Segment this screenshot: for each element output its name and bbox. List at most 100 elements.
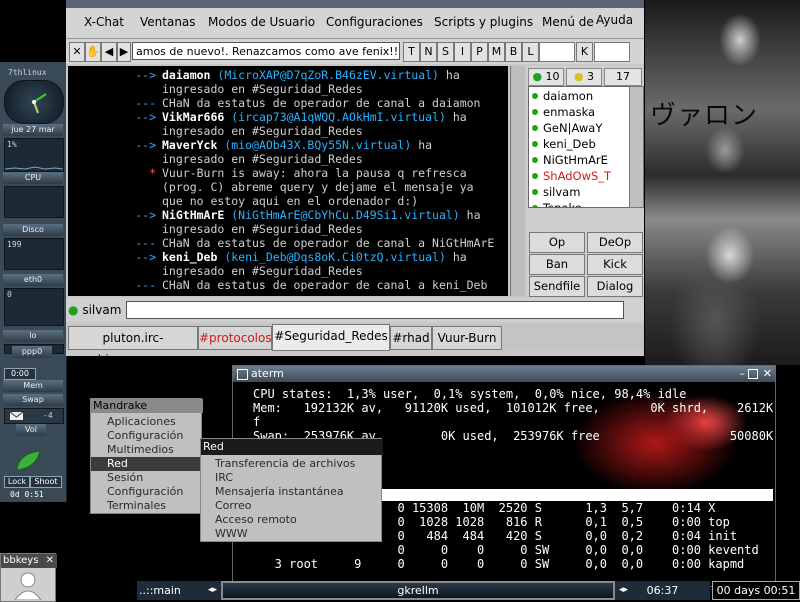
op-status-icon xyxy=(532,141,538,147)
menu-modos-de-usuario[interactable]: Modos de Usuario xyxy=(208,15,315,29)
workspace-switcher[interactable]: ..::main ◂▸ xyxy=(137,581,221,600)
mode-i-button[interactable]: I xyxy=(454,42,471,62)
bbkeys-window: bbkeys ✕ xyxy=(0,553,57,602)
chat-text: keni_Deb (keni_Deb@Dqs8oK.Ci0tzQ.virtual… xyxy=(162,250,467,264)
chat-host: (MicroXAP@D7qZoR.B46zEV.virtual) xyxy=(217,68,439,82)
mode-s-button[interactable]: S xyxy=(437,42,454,62)
user-list-item[interactable]: daiamon xyxy=(529,88,629,104)
close-tab-icon[interactable]: ✕ xyxy=(69,42,85,62)
chat-prefix: * xyxy=(149,166,156,180)
user-list-item[interactable]: GeN|AwaY xyxy=(529,120,629,136)
chat-nick[interactable]: daiamon xyxy=(162,68,210,82)
hand-icon[interactable]: ✋ xyxy=(85,42,101,62)
chat-nick[interactable]: keni_Deb xyxy=(162,250,217,264)
mode-n-button[interactable]: N xyxy=(420,42,437,62)
tab-vuur-burn[interactable]: Vuur-Burn xyxy=(432,326,502,350)
user-list[interactable]: daiamon enmaska GeN|AwaY keni_Deb NiGtHmArE S… xyxy=(528,86,630,208)
menu-scripts-y-plugins[interactable]: Scripts y plugins xyxy=(434,15,533,29)
user-list-item[interactable]: Tspake xyxy=(529,200,629,207)
chat-nick[interactable]: VikMar666 xyxy=(162,110,224,124)
mandrake-menu-item[interactable]: Red xyxy=(91,457,201,471)
user-list-item[interactable]: keni_Deb xyxy=(529,136,629,152)
deop-button[interactable]: DeOp xyxy=(587,232,643,253)
ppp-time[interactable]: 0:00 xyxy=(4,368,36,380)
minimize-icon[interactable]: – xyxy=(740,366,746,382)
mandrake-menu-item[interactable]: Configuración xyxy=(91,485,201,499)
tab-rhad[interactable]: #rhad xyxy=(390,326,432,350)
gkrellm-panel: 7thlinux jue 27 mar 1% CPU Disco 199 eth… xyxy=(0,62,67,502)
menu-ayuda[interactable]: Ayuda xyxy=(596,13,633,27)
vol-label[interactable]: Vol xyxy=(16,424,46,436)
chat-area[interactable]: --> daiamon (MicroXAP@D7qZoR.B46zEV.virtu… xyxy=(68,66,508,296)
op-button[interactable]: Op xyxy=(529,232,585,253)
chat-scrollbar[interactable] xyxy=(510,66,525,296)
mandrake-menu-item[interactable]: Configuración xyxy=(91,429,201,443)
topic-input[interactable]: amos de nuevo!. Renazcamos como ave feni… xyxy=(132,42,400,60)
red-submenu-item[interactable]: Mensajería instantánea xyxy=(215,485,344,499)
eth-value: 0 xyxy=(7,290,12,299)
menu-menu-de[interactable]: Menú de xyxy=(542,15,594,29)
message-input[interactable] xyxy=(126,301,624,319)
key-input[interactable] xyxy=(594,42,630,62)
menu-xchat[interactable]: X-Chat xyxy=(84,15,124,29)
lock-button[interactable]: Lock xyxy=(4,476,30,488)
mandrake-menu-item[interactable]: Sesión xyxy=(91,471,201,485)
chat-text: Vuur-Burn is away: ahora la pausa q refr… xyxy=(162,166,467,180)
taskbar-task-gkrellm[interactable]: gkrellm xyxy=(223,583,613,598)
mode-k-button[interactable]: K xyxy=(576,42,593,62)
red-submenu-item[interactable]: Transferencia de archivos xyxy=(215,457,355,471)
clock-arrows-icon[interactable]: ◂▸ xyxy=(619,581,628,600)
mandrake-menu-item[interactable]: Terminales xyxy=(91,499,201,513)
mail-icon xyxy=(9,411,24,421)
chat-host: (keni_Deb@Dqs8oK.Ci0tzQ.virtual) xyxy=(224,250,446,264)
workspace-arrow-icon[interactable]: ◂▸ xyxy=(208,581,217,600)
red-submenu-item[interactable]: Correo xyxy=(215,499,252,513)
chat-host: (mio@AOb43X.BQy55N.virtual) xyxy=(224,138,412,152)
user-list-item[interactable]: silvam xyxy=(529,184,629,200)
window-menu-icon[interactable] xyxy=(237,369,248,380)
tab-seguridad-redes[interactable]: #Seguridad_Redes xyxy=(272,324,390,351)
ban-button[interactable]: Ban xyxy=(529,254,585,275)
user-list-item[interactable]: ShAdOwS_T xyxy=(529,168,629,184)
menu-configuraciones[interactable]: Configuraciones xyxy=(326,15,423,29)
arrow-left-icon[interactable]: ◀ xyxy=(101,42,117,62)
userlist-scrollbar[interactable] xyxy=(629,86,644,208)
mandrake-menu-item[interactable]: Multimedios xyxy=(91,443,201,457)
mode-t-button[interactable]: T xyxy=(403,42,420,62)
red-submenu-item[interactable]: WWW xyxy=(215,527,248,541)
close-icon[interactable]: ✕ xyxy=(46,554,54,568)
kick-button[interactable]: Kick xyxy=(587,254,643,275)
mode-l-button[interactable]: L xyxy=(522,42,539,62)
sendfile-button[interactable]: Sendfile xyxy=(529,276,585,297)
user-list-item[interactable]: enmaska xyxy=(529,104,629,120)
shoot-button[interactable]: Shoot xyxy=(30,476,62,488)
tab-server[interactable]: pluton.irc-hispano.org xyxy=(68,326,198,367)
red-submenu-item[interactable]: Acceso remoto xyxy=(215,513,297,527)
chat-prefix: --- xyxy=(135,236,156,250)
menu-item-label: Multimedios xyxy=(107,443,174,456)
process-row: 0 0 0 0 SW 0,0 0,0 0:00 keventd xyxy=(253,543,759,557)
maximize-icon[interactable] xyxy=(748,369,758,379)
nick-label: silvam xyxy=(82,303,122,317)
mode-m-button[interactable]: M xyxy=(488,42,505,62)
menu-ventanas[interactable]: Ventanas xyxy=(140,15,196,29)
nick-button[interactable]: ● silvam xyxy=(68,301,124,319)
user-name: GeN|AwaY xyxy=(543,121,603,135)
red-submenu-item[interactable]: IRC xyxy=(215,471,233,485)
mandrake-menu-item[interactable]: Aplicaciones xyxy=(91,415,201,429)
close-icon[interactable]: ✕ xyxy=(763,366,772,382)
op-status-icon xyxy=(532,93,538,99)
chat-nick[interactable]: NiGtHmArE xyxy=(162,208,224,222)
user-name: keni_Deb xyxy=(543,137,596,151)
arrow-right-icon[interactable]: ▶ xyxy=(117,42,131,62)
user-list-item[interactable]: NiGtHmArE xyxy=(529,152,629,168)
bbkeys-title[interactable]: bbkeys ✕ xyxy=(1,554,57,568)
limit-input[interactable] xyxy=(539,42,575,62)
mode-p-button[interactable]: P xyxy=(471,42,488,62)
xchat-titlebar[interactable] xyxy=(66,0,644,8)
mode-b-button[interactable]: B xyxy=(505,42,522,62)
dialog-button[interactable]: Dialog xyxy=(587,276,643,297)
chat-nick[interactable]: MaverYck xyxy=(162,138,217,152)
tab-protocolos[interactable]: #protocolos xyxy=(198,326,272,350)
aterm-titlebar[interactable]: aterm – ✕ xyxy=(233,366,775,382)
